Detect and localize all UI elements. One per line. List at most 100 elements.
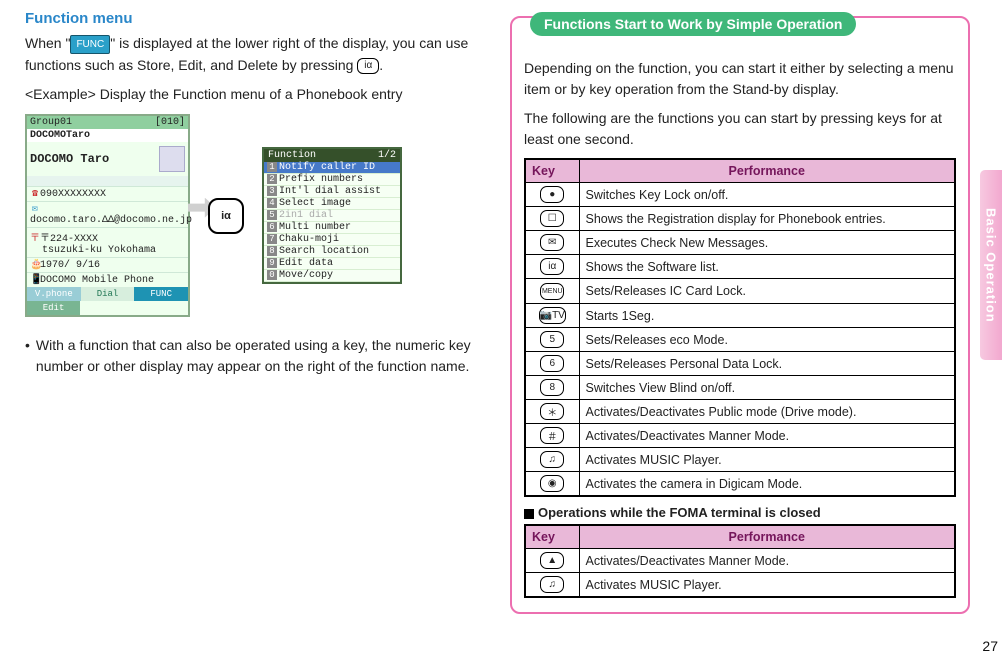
performance-cell: Activates/Deactivates Public mode (Drive… bbox=[579, 400, 955, 424]
performance-cell: Shows the Registration display for Phone… bbox=[579, 207, 955, 231]
phone-group: Group01 bbox=[30, 117, 72, 128]
phone-bday-icon: 🎂 bbox=[30, 259, 40, 271]
popup-item: 3Int'l dial assist bbox=[264, 186, 400, 198]
performance-cell: Activates/Deactivates Manner Mode. bbox=[579, 424, 955, 448]
contact-avatar bbox=[159, 146, 185, 172]
th-key: Key bbox=[525, 159, 579, 183]
popup-item: 52in1 dial bbox=[264, 210, 400, 222]
phone-zip: 〒224-XXXX bbox=[40, 234, 98, 245]
table-row: 5 Sets/Releases eco Mode. bbox=[525, 328, 955, 352]
performance-cell: Activates/Deactivates Manner Mode. bbox=[579, 549, 955, 573]
key-icon: ＊ bbox=[540, 403, 564, 420]
table-row: ✉Executes Check New Messages. bbox=[525, 231, 955, 255]
softkey-edit: Edit bbox=[27, 301, 80, 315]
table-row: ●Switches Key Lock on/off. bbox=[525, 183, 955, 207]
performance-cell: Sets/Releases Personal Data Lock. bbox=[579, 352, 955, 376]
closed-heading: Operations while the FOMA terminal is cl… bbox=[524, 505, 956, 520]
side-tab: Basic Operation bbox=[980, 170, 1002, 360]
phonebook-screenshot: Group01 [010] DOCOMOTaro DOCOMO Taro ☎090… bbox=[25, 114, 190, 317]
popup-item: 6Multi number bbox=[264, 222, 400, 234]
popup-page: 1/2 bbox=[378, 150, 396, 161]
softkey-vphone: V.phone bbox=[27, 287, 81, 301]
phone-addr: tsuzuki-ku Yokohama bbox=[42, 245, 156, 256]
key-icon: ● bbox=[540, 186, 564, 203]
performance-cell: Sets/Releases eco Mode. bbox=[579, 328, 955, 352]
table-row: ☐ Shows the Registration display for Phon… bbox=[525, 207, 955, 231]
key-icon: MENU bbox=[540, 283, 564, 300]
phone-carrier-icon: 📱 bbox=[30, 274, 40, 286]
example-row: Group01 [010] DOCOMOTaro DOCOMO Taro ☎090… bbox=[25, 114, 475, 317]
phone-index: [010] bbox=[155, 117, 185, 128]
phone-tel: 090XXXXXXXX bbox=[40, 189, 106, 200]
popup-item: 7Chaku-moji bbox=[264, 234, 400, 246]
softkey-dial: Dial bbox=[81, 287, 135, 301]
example-label: <Example> Display the Function menu of a… bbox=[25, 84, 475, 106]
key-icon: 8 bbox=[540, 379, 564, 396]
key-icon: ♫ bbox=[540, 451, 564, 468]
phone-mail: docomo.taro.ΔΔ@docomo.ne.jp bbox=[30, 215, 192, 226]
table-row: 8 Switches View Blind on/off. bbox=[525, 376, 955, 400]
closed-heading-text: Operations while the FOMA terminal is cl… bbox=[538, 505, 821, 520]
popup-item: 9Edit data bbox=[264, 258, 400, 270]
box-intro-1: Depending on the function, you can start… bbox=[524, 58, 956, 100]
function-menu-popup: Function 1/2 1Notify caller ID2Prefix num… bbox=[262, 147, 402, 284]
popup-item: 0Move/copy bbox=[264, 270, 400, 282]
softkey-func: FUNC bbox=[134, 287, 188, 301]
performance-cell: Sets/Releases IC Card Lock. bbox=[579, 279, 955, 304]
table-row: ▲Activates/Deactivates Manner Mode. bbox=[525, 549, 955, 573]
table-row: ＊ Activates/Deactivates Public mode (Driv… bbox=[525, 400, 955, 424]
phone-name: DOCOMO Taro bbox=[30, 152, 109, 166]
popup-item: 1Notify caller ID bbox=[264, 162, 400, 174]
key-icon: 5 bbox=[540, 331, 564, 348]
feature-box: Functions Start to Work by Simple Operat… bbox=[510, 16, 970, 614]
table-row: ＃ Activates/Deactivates Manner Mode. bbox=[525, 424, 955, 448]
intro-text-c: . bbox=[379, 57, 383, 73]
popup-item: 8Search location bbox=[264, 246, 400, 258]
key-icon: ＃ bbox=[540, 427, 564, 444]
ir-key-label: iα bbox=[221, 210, 231, 222]
key-icon: ♫ bbox=[540, 576, 564, 593]
side-tab-label: Basic Operation bbox=[984, 208, 999, 323]
key-table: Key Performance ●Switches Key Lock on/of… bbox=[524, 158, 956, 497]
phone-carrier: DOCOMO Mobile Phone bbox=[40, 275, 154, 286]
intro-paragraph: When "FUNC" is displayed at the lower ri… bbox=[25, 33, 475, 76]
performance-cell: Activates MUSIC Player. bbox=[579, 573, 955, 598]
ir-key-large: iα bbox=[208, 198, 244, 234]
box-intro-2: The following are the functions you can … bbox=[524, 108, 956, 150]
th-performance-2: Performance bbox=[579, 525, 955, 549]
section-heading: Function menu bbox=[25, 10, 475, 27]
performance-cell: Activates the camera in Digicam Mode. bbox=[579, 472, 955, 497]
key-icon: ◉ bbox=[540, 475, 564, 492]
key-icon: 6 bbox=[540, 355, 564, 372]
key-icon: 📷TV bbox=[539, 307, 566, 324]
popup-title: Function bbox=[268, 150, 316, 161]
phone-tel-icon: ☎ bbox=[30, 188, 40, 200]
page-number: 27 bbox=[982, 638, 998, 654]
performance-cell: Executes Check New Messages. bbox=[579, 231, 955, 255]
square-bullet-icon bbox=[524, 509, 534, 519]
performance-cell: Starts 1Seg. bbox=[579, 304, 955, 328]
intro-text-a: When " bbox=[25, 35, 70, 51]
phone-reading: DOCOMOTaro bbox=[27, 129, 188, 142]
popup-item: 2Prefix numbers bbox=[264, 174, 400, 186]
performance-cell: Switches View Blind on/off. bbox=[579, 376, 955, 400]
table-row: ♫ Activates MUSIC Player. bbox=[525, 448, 955, 472]
performance-cell: Activates MUSIC Player. bbox=[579, 448, 955, 472]
phone-bday: 1970/ 9/16 bbox=[40, 260, 100, 271]
phone-mail-icon: ✉ bbox=[30, 203, 40, 215]
note-text: With a function that can also be operate… bbox=[36, 335, 475, 377]
table-row: 📷TV Starts 1Seg. bbox=[525, 304, 955, 328]
phone-tab-icons bbox=[27, 176, 188, 186]
key-icon: ☐ bbox=[540, 210, 564, 227]
table-row: iαShows the Software list. bbox=[525, 255, 955, 279]
arrow-key-graphic: iα bbox=[208, 198, 244, 234]
ir-key-icon: iα bbox=[357, 58, 379, 74]
table-row: 6 Sets/Releases Personal Data Lock. bbox=[525, 352, 955, 376]
note-list: With a function that can also be operate… bbox=[25, 335, 475, 377]
table-row: ◉ Activates the camera in Digicam Mode. bbox=[525, 472, 955, 497]
th-key-2: Key bbox=[525, 525, 579, 549]
popup-item: 4Select image bbox=[264, 198, 400, 210]
table-row: ♫ Activates MUSIC Player. bbox=[525, 573, 955, 598]
table-row: MENU Sets/Releases IC Card Lock. bbox=[525, 279, 955, 304]
key-icon: iα bbox=[540, 258, 564, 275]
